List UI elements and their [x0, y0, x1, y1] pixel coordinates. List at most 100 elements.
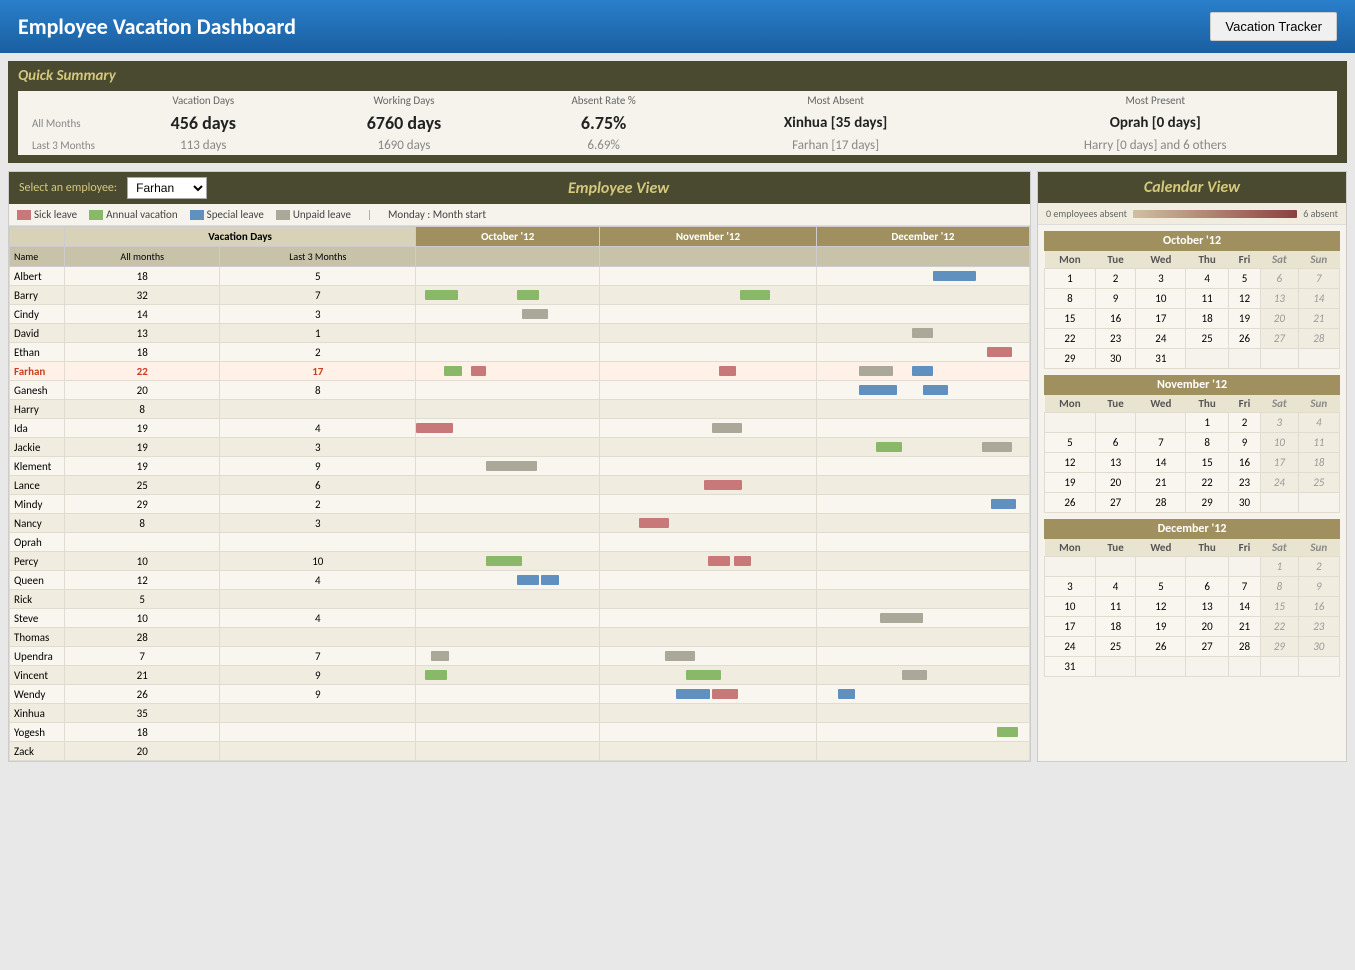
- quick-summary-title: Quick Summary: [18, 67, 1337, 85]
- calendar-day-cell: 19: [1228, 309, 1260, 329]
- calendar-day-cell: 21: [1298, 309, 1339, 329]
- table-row: Vincent219: [10, 666, 1030, 685]
- calendar-day-cell: 1: [1186, 413, 1228, 433]
- employee-name: Yogesh: [10, 723, 65, 742]
- gantt-cell-dec: [816, 381, 1029, 400]
- gantt-cell-oct: [416, 305, 600, 324]
- employee-name: Albert: [10, 267, 65, 286]
- all-months-value: 12: [65, 571, 220, 590]
- sick-leave-label: Sick leave: [34, 208, 77, 221]
- calendar-day-cell: 15: [1186, 453, 1228, 473]
- calendar-day-cell: 7: [1298, 269, 1339, 289]
- calendar-day-cell: 3: [1045, 577, 1096, 597]
- vacation-tracker-button[interactable]: Vacation Tracker: [1210, 12, 1337, 41]
- calendar-week-row: 1234: [1045, 413, 1340, 433]
- special-leave-icon: [190, 210, 204, 220]
- gantt-bar-sick: [734, 556, 751, 566]
- employee-name: Lance: [10, 476, 65, 495]
- all-months-value: 10: [65, 552, 220, 571]
- gantt-cell-oct: [416, 590, 600, 609]
- summary-row-all: All Months 456 days 6760 days 6.75% Xinh…: [18, 110, 1337, 136]
- calendar-week-row: 891011121314: [1045, 289, 1340, 309]
- last3-value: 3: [220, 305, 416, 324]
- gantt-bar-sick: [719, 366, 736, 376]
- gantt-cell-oct: [416, 476, 600, 495]
- gantt-cell-oct: [416, 704, 600, 723]
- table-row: Rick5: [10, 590, 1030, 609]
- gantt-cell-nov: [600, 324, 817, 343]
- calendar-day-cell: 25: [1186, 329, 1228, 349]
- gantt-bar-sick: [704, 480, 743, 490]
- gantt-cell-nov: [600, 723, 817, 742]
- last3-most-absent: Farhan [17 days]: [698, 136, 974, 155]
- employee-name: Farhan: [10, 362, 65, 381]
- sick-leave-legend: Sick leave: [17, 208, 77, 221]
- last3-value: [220, 590, 416, 609]
- calendar-day-cell: 27: [1095, 493, 1136, 513]
- gantt-bar-unpaid: [431, 651, 449, 661]
- gantt-cell-nov: [600, 400, 817, 419]
- all-months-value: 14: [65, 305, 220, 324]
- gantt-cell-oct: [416, 267, 600, 286]
- table-row: Ganesh208: [10, 381, 1030, 400]
- calendar-day-cell: 14: [1298, 289, 1339, 309]
- gantt-bar-unpaid: [859, 366, 893, 376]
- absent-max-label: 6 absent: [1303, 207, 1338, 220]
- calendar-day-cell: 16: [1095, 309, 1136, 329]
- calendar-day-cell: 4: [1298, 413, 1339, 433]
- gantt-cell-nov: [600, 381, 817, 400]
- gantt-cell-dec: [816, 552, 1029, 571]
- employee-view: Select an employee: Farhan Employee View…: [8, 171, 1031, 762]
- calendar-day-cell: 24: [1136, 329, 1186, 349]
- gantt-cell-oct: [416, 666, 600, 685]
- calendar-day-cell: 27: [1186, 637, 1228, 657]
- calendar-week-row: 2627282930: [1045, 493, 1340, 513]
- vacation-days-header: Vacation Days: [65, 227, 416, 247]
- calendar-day-cell: 18: [1095, 617, 1136, 637]
- calendar-day-header: Sun: [1298, 539, 1339, 557]
- calendar-month-header: October '12: [1044, 231, 1340, 251]
- calendar-week-row: 15161718192021: [1045, 309, 1340, 329]
- gantt-cell-oct: [416, 286, 600, 305]
- calendar-day-header: Tue: [1095, 539, 1136, 557]
- gantt-cell-oct: [416, 419, 600, 438]
- sick-leave-icon: [17, 210, 31, 220]
- calendar-day-cell: 6: [1261, 269, 1298, 289]
- select-employee-label: Select an employee:: [19, 181, 117, 195]
- all-months-value: 8: [65, 514, 220, 533]
- calendar-day-cell: [1136, 657, 1186, 677]
- calendar-day-cell: 15: [1261, 597, 1298, 617]
- gantt-cell-nov: [600, 457, 817, 476]
- last3-vacation-days: 113 days: [108, 136, 299, 155]
- all-working-days: 6760 days: [299, 110, 510, 136]
- calendar-day-cell: 23: [1095, 329, 1136, 349]
- gantt-bar-unpaid: [880, 613, 922, 623]
- calendar-month: December '12MonTueWedThuFriSatSun1234567…: [1044, 519, 1340, 677]
- gantt-cell-dec: [816, 514, 1029, 533]
- special-leave-legend: Special leave: [190, 208, 264, 221]
- calendar-day-cell: 6: [1095, 433, 1136, 453]
- col-absent-rate: Absent Rate %: [509, 91, 697, 110]
- calendar-day-cell: 25: [1095, 637, 1136, 657]
- all-months-value: 32: [65, 286, 220, 305]
- gantt-cell-nov: [600, 685, 817, 704]
- employee-name: Steve: [10, 609, 65, 628]
- employee-select[interactable]: Farhan: [127, 177, 207, 199]
- employee-name: Xinhua: [10, 704, 65, 723]
- all-months-value: 20: [65, 742, 220, 761]
- employee-name: Cindy: [10, 305, 65, 324]
- calendar-day-cell: 13: [1186, 597, 1228, 617]
- calendar-day-cell: 18: [1186, 309, 1228, 329]
- gantt-cell-dec: [816, 400, 1029, 419]
- calendar-day-header: Sun: [1298, 395, 1339, 413]
- gantt-bar-special: [923, 385, 948, 395]
- col-working-days: Working Days: [299, 91, 510, 110]
- calendar-day-cell: [1228, 349, 1260, 369]
- table-row: Xinhua35: [10, 704, 1030, 723]
- gantt-cell-nov: [600, 514, 817, 533]
- december-header: December '12: [816, 227, 1029, 247]
- employee-name: Vincent: [10, 666, 65, 685]
- annual-vacation-legend: Annual vacation: [89, 208, 178, 221]
- calendar-month: November '12MonTueWedThuFriSatSun1234567…: [1044, 375, 1340, 513]
- employee-name: Queen: [10, 571, 65, 590]
